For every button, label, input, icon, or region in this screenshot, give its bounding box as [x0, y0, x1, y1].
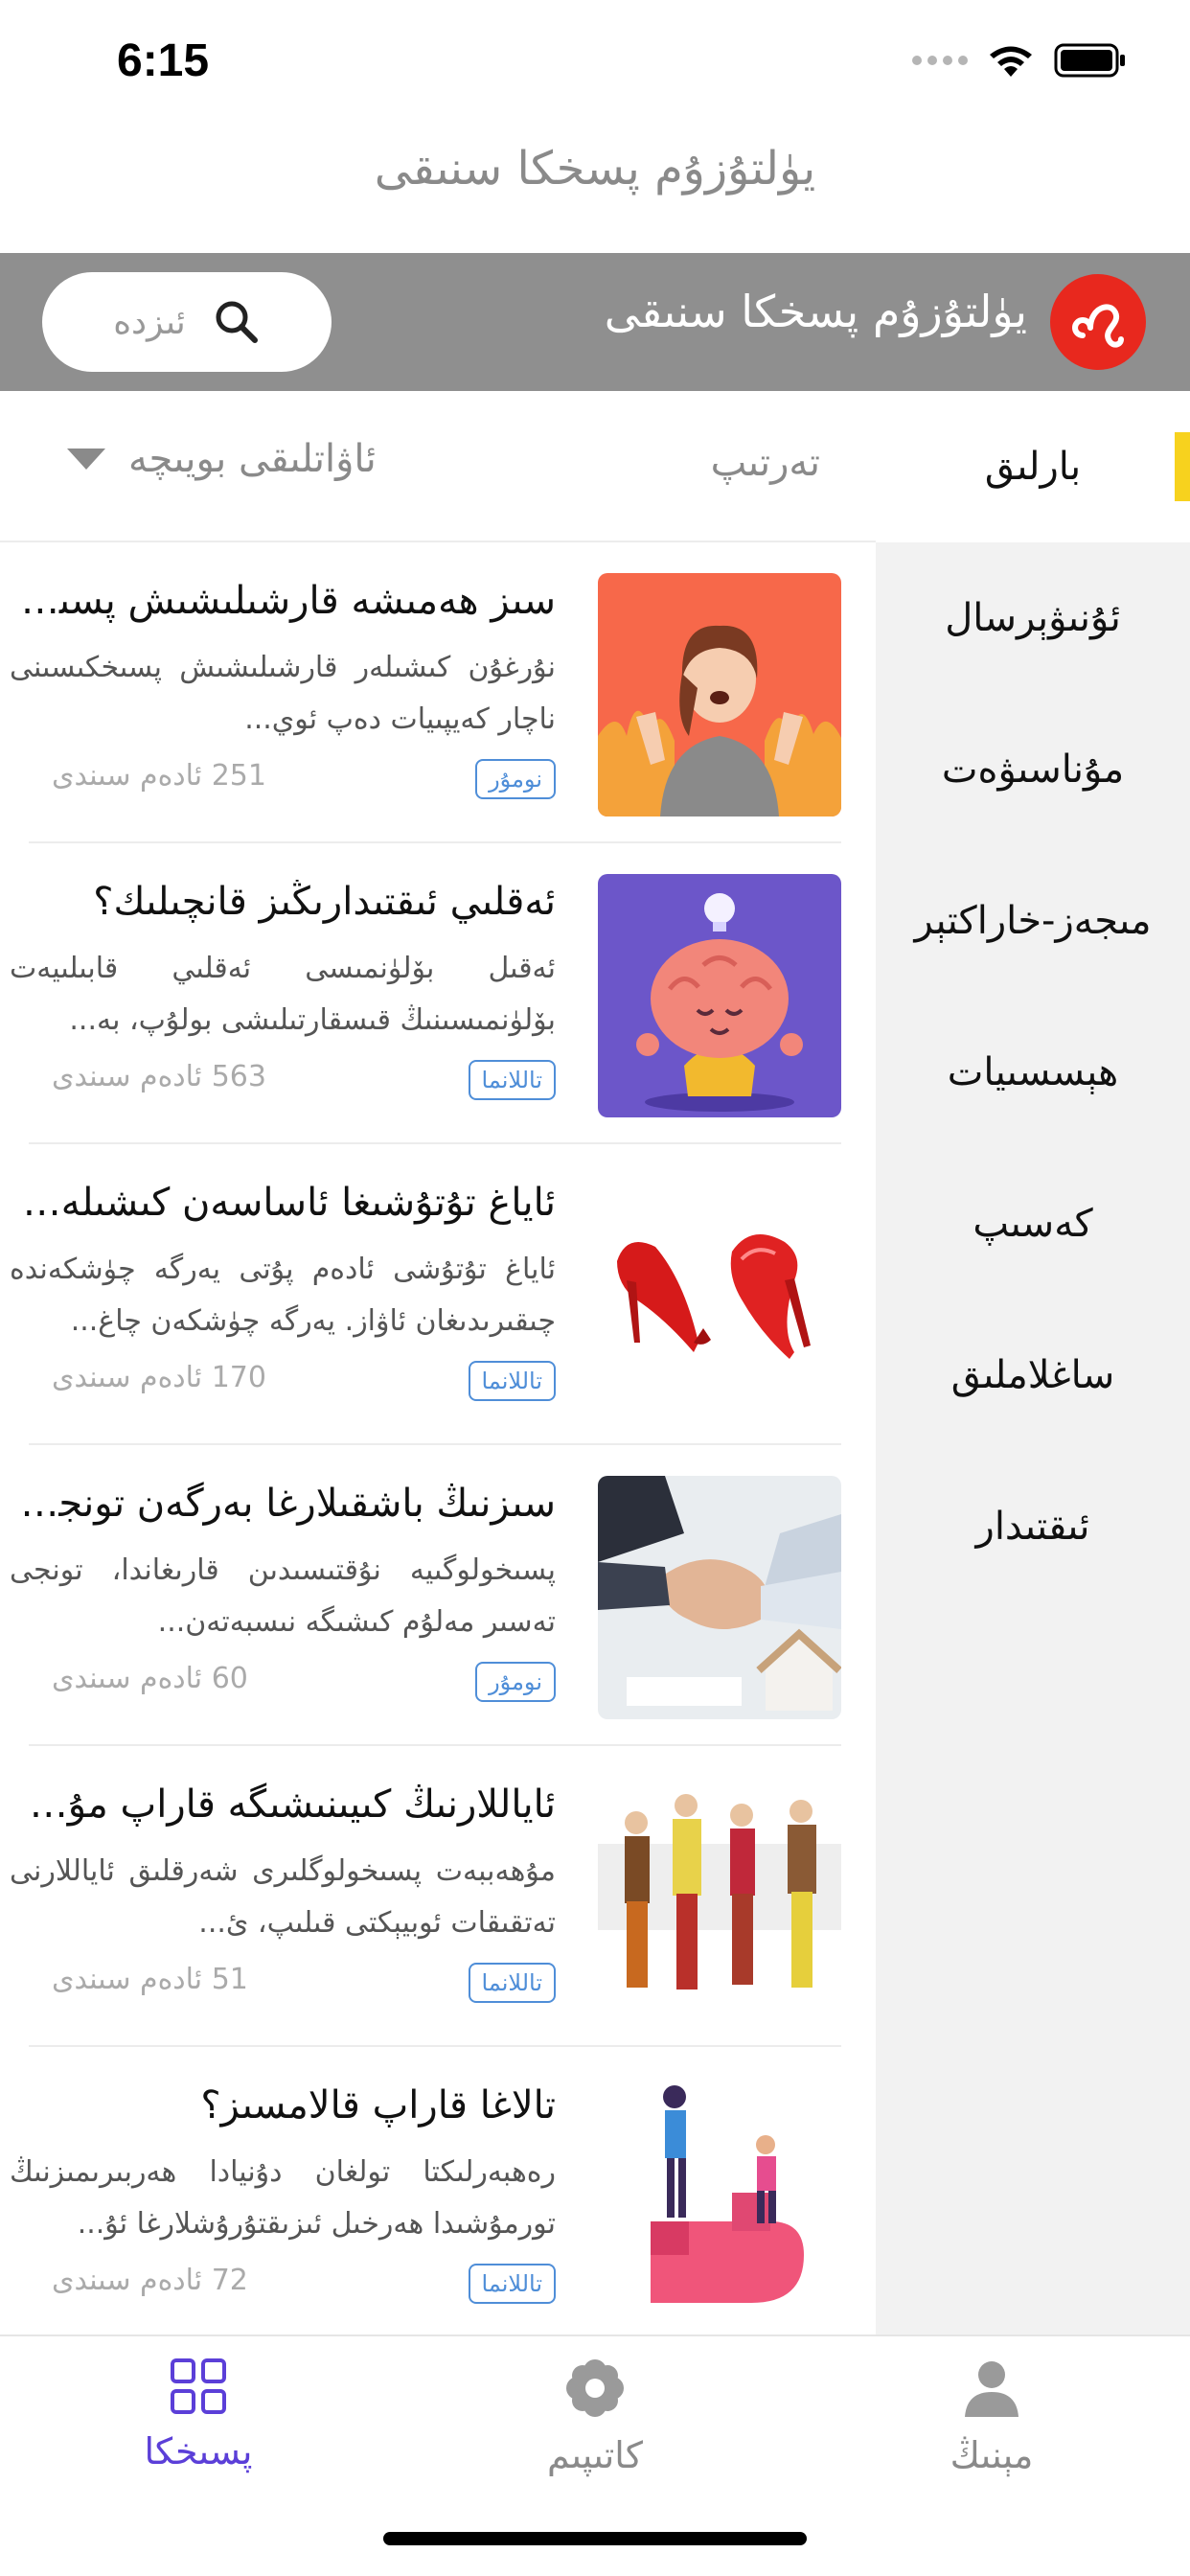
category-label: ئۇنىۋېرسال: [945, 596, 1121, 640]
article-test-count: 51 ئادەم سىندى: [52, 1963, 248, 1996]
battery-icon: [1054, 43, 1125, 78]
category-label: ئىقتىدار: [975, 1505, 1090, 1549]
popularity-filter-dropdown[interactable]: ئاۋاتلىقى بويىچە: [67, 437, 377, 481]
header-band: يۈلتۇزۇم پسخكا سنىقى ئىزدە: [0, 253, 1190, 391]
fashion-women-thumbnail: [598, 1777, 841, 2020]
article-card[interactable]: سىز ھەمىشە قارشىلىشىش پسىخ... نۇرغۇن كىش…: [0, 542, 876, 843]
article-title: سىزنىڭ باشقىلارغا بەرگەن تونجى...: [19, 1482, 556, 1526]
category-all[interactable]: بارلىق: [876, 391, 1190, 542]
category-relationship[interactable]: مۇناسىۋەت: [876, 694, 1190, 845]
red-heels-thumbnail: [598, 1175, 841, 1418]
article-title: ئاياغ تۇتۇشىغا ئاساسەن كىشىلەرنى...: [19, 1181, 556, 1225]
article-test-count: 170 ئادەم سىندى: [52, 1361, 266, 1394]
article-description: نۇرغۇن كىشىلەر قارشىلىشىش پسىخكىسىنى ناچ…: [10, 651, 556, 736]
category-ability[interactable]: ئىقتىدار: [876, 1451, 1190, 1602]
angry-woman-thumbnail: [598, 573, 841, 816]
category-label: مۇناسىۋەت: [941, 748, 1125, 792]
article-badge: تاللانما: [468, 2264, 556, 2304]
search-input[interactable]: ئىزدە: [42, 272, 332, 372]
article-description: رەھبەرلىكتا تولغان دۇنيادا ھەربىرىمىزنىڭ…: [10, 2155, 556, 2241]
category-personality[interactable]: مىجەز-خاراكتېر: [876, 845, 1190, 997]
handshake-thumbnail: [598, 1476, 841, 1719]
status-time: 6:15: [117, 35, 210, 86]
header-app-name: يۈلتۇزۇم پسخكا سنىقى: [604, 286, 1027, 337]
article-description: مۇھەببەت پسىخولوگلىرى شەرقلىق ئاياللارنى…: [10, 1854, 556, 1940]
cellular-signal-icon: [912, 56, 968, 65]
article-card[interactable]: سىزنىڭ باشقىلارغا بەرگەن تونجى... پسىخول…: [0, 1445, 876, 1746]
article-card[interactable]: تالاغا قاراپ قالامسىز؟ رەھبەرلىكتا تولغا…: [0, 2047, 876, 2334]
page-title: يۈلتۇزۇم پسخكا سنىقى: [374, 142, 816, 196]
home-indicator[interactable]: [383, 2532, 807, 2545]
tab-label: كاتىپىم: [547, 2434, 643, 2476]
article-badge: تاللانما: [468, 1963, 556, 2003]
article-title: ئەقلىي ئىقتىدارىڭىز قانچىلىك؟: [93, 880, 556, 924]
category-label: كەسىپ: [973, 1202, 1093, 1246]
sort-button[interactable]: تەرتىپ: [711, 441, 820, 485]
category-general[interactable]: ئۇنىۋېرسال: [876, 542, 1190, 694]
article-test-count: 251 ئادەم سىندى: [52, 759, 266, 793]
status-icons: [912, 42, 1127, 79]
article-badge: تاللانما: [468, 1060, 556, 1100]
article-card[interactable]: ئەقلىي ئىقتىدارىڭىز قانچىلىك؟ ئەقىل بۆلۈ…: [0, 843, 876, 1144]
article-description: پسىخولوگىيە نۇقتىسىدىن قارىغاندا، تونجى …: [10, 1553, 556, 1639]
category-label: ھېسسىيات: [947, 1050, 1119, 1094]
caret-down-icon: [67, 448, 105, 470]
article-test-count: 60 ئادەم سىندى: [52, 1662, 248, 1695]
article-title: ئاياللارنىڭ كىيىنىشىگە قاراپ مۇھ...: [19, 1782, 556, 1827]
sort-bar: تەرتىپ ئاۋاتلىقى بويىچە: [0, 391, 876, 542]
article-badge: نومۇر: [475, 759, 556, 799]
article-card[interactable]: ئاياللارنىڭ كىيىنىشىگە قاراپ مۇھ... مۇھە…: [0, 1746, 876, 2047]
article-card[interactable]: ئاياغ تۇتۇشىغا ئاساسەن كىشىلەرنى... ئايا…: [0, 1144, 876, 1445]
flower-icon: [566, 2359, 624, 2417]
article-title: سىز ھەمىشە قارشىلىشىش پسىخ...: [19, 579, 556, 623]
category-label: ساغلاملىق: [950, 1353, 1115, 1397]
category-label: بارلىق: [984, 445, 1082, 489]
tab-label: مېنىڭ: [950, 2434, 1034, 2476]
user-icon: [965, 2361, 1018, 2417]
tab-secretary[interactable]: كاتىپىم: [397, 2336, 793, 2528]
brain-meditation-thumbnail: [598, 874, 841, 1117]
grid-icon: [171, 2358, 226, 2414]
popularity-filter-label: ئاۋاتلىقى بويىچە: [128, 437, 377, 481]
article-badge: تاللانما: [468, 1361, 556, 1401]
article-title: تالاغا قاراپ قالامسىز؟: [200, 2083, 556, 2128]
active-category-indicator: [1175, 432, 1190, 501]
tab-profile[interactable]: مېنىڭ: [793, 2336, 1190, 2528]
article-description: ئەقىل بۆلۈنمىسى ئەقلىي قابىلىيەت بۆلۈنمى…: [10, 952, 556, 1037]
tab-label: پسىخكا: [144, 2430, 253, 2472]
article-badge: نومۇر: [475, 1662, 556, 1702]
wifi-icon: [990, 46, 1032, 77]
category-emotion[interactable]: ھېسسىيات: [876, 997, 1190, 1148]
category-health[interactable]: ساغلاملىق: [876, 1300, 1190, 1451]
category-label: مىجەز-خاراكتېر: [914, 899, 1152, 943]
tab-psychology[interactable]: پسىخكا: [0, 2336, 397, 2528]
article-test-count: 72 ئادەم سىندى: [52, 2264, 248, 2297]
search-icon: [216, 301, 258, 343]
category-career[interactable]: كەسىپ: [876, 1148, 1190, 1300]
category-sidebar: بارلىق ئۇنىۋېرسال مۇناسىۋەت مىجەز-خاراكت…: [876, 391, 1190, 2334]
app-logo: [1050, 274, 1146, 370]
article-list: سىز ھەمىشە قارشىلىشىش پسىخ... نۇرغۇن كىش…: [0, 542, 876, 2334]
article-test-count: 563 ئادەم سىندى: [52, 1060, 266, 1093]
search-placeholder: ئىزدە: [113, 302, 186, 342]
article-description: ئاياغ تۇتۇشى ئادەم پۇتى يەرگە چۈشكەندە چ…: [10, 1253, 556, 1338]
couple-puzzle-thumbnail: [598, 2078, 841, 2321]
status-bar: 6:15: [0, 0, 1190, 126]
leo-sign-icon: [1072, 304, 1124, 348]
